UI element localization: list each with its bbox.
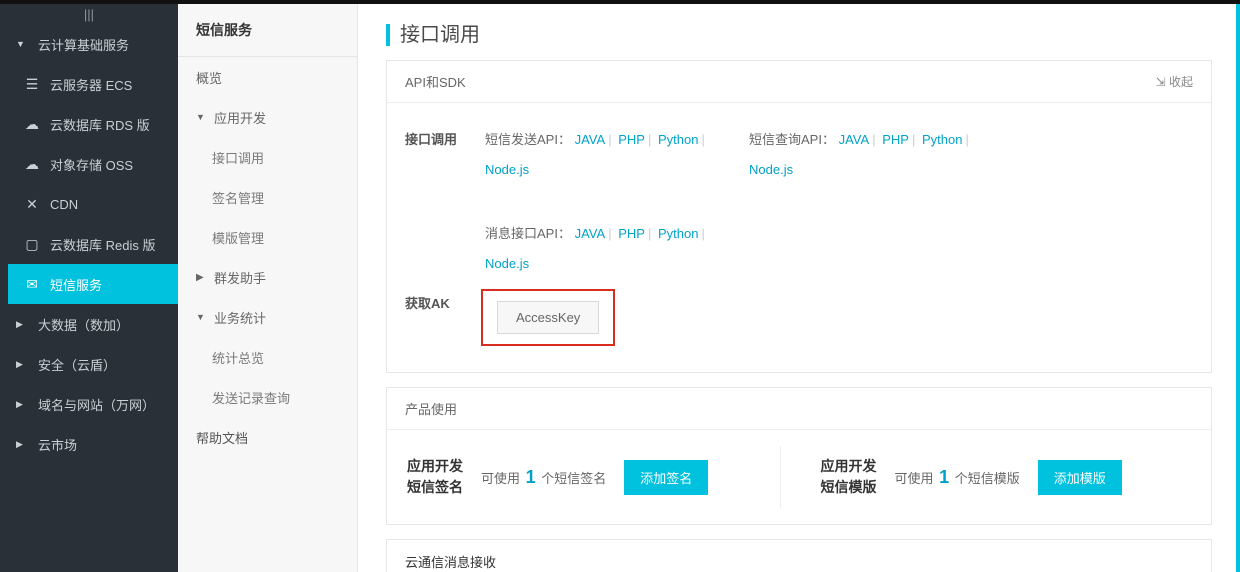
nav2-item-overview[interactable]: 概览 [178,57,357,97]
secondary-sidebar-title: 短信服务 [178,4,357,57]
nav2-label: 群发助手 [214,268,266,287]
api-link-php[interactable]: PHP [618,132,645,147]
nav2-label: 模版管理 [212,228,264,247]
usage-signature-title: 应用开发短信签名 [407,456,463,498]
nav1-group-security[interactable]: 安全（云盾） [0,344,178,384]
nav2-label: 统计总览 [212,348,264,367]
nav1-group-domain[interactable]: 域名与网站（万网） [0,384,178,424]
nav1-label: 对象存储 OSS [50,155,133,174]
chevron-down-icon [16,39,30,49]
primary-sidebar: ||| 云计算基础服务 ☰ 云服务器 ECS ☁ 云数据库 RDS 版 ☁ 对象… [0,4,178,572]
app-shell: ||| 云计算基础服务 ☰ 云服务器 ECS ☁ 云数据库 RDS 版 ☁ 对象… [0,4,1240,572]
sidebar-collapse-toggle[interactable]: ||| [0,4,178,24]
nav2-label: 应用开发 [214,108,266,127]
card-heading: 云通信消息接收 [405,555,496,570]
cloud-icon: ☁ [24,156,40,173]
usage-template-count: 可使用 1 个短信模版 [895,467,1020,488]
api-sdk-card: API和SDK ⇲ 收起 接口调用 短信发送API： JAVA| PHP| Py… [386,60,1212,373]
add-template-button[interactable]: 添加模版 [1038,460,1122,495]
nav1-label: 大数据（数加） [38,315,129,334]
chevron-down-icon [196,112,208,123]
nav1-label: 云数据库 RDS 版 [50,115,150,134]
nav2-item-help[interactable]: 帮助文档 [178,417,357,457]
api-group-message: 消息接口API： JAVA| PHP| Python| Node.js [485,219,715,279]
usage-template-cell: 应用开发短信模版 可使用 1 个短信模版 添加模版 [780,446,1194,508]
nav2-item-stats[interactable]: 业务统计 [178,297,357,337]
api-link-python[interactable]: Python [658,226,698,241]
nav2-item-stats-overview[interactable]: 统计总览 [178,337,357,377]
api-link-python[interactable]: Python [922,132,962,147]
api-link-python[interactable]: Python [658,132,698,147]
nav1-item-ecs[interactable]: ☰ 云服务器 ECS [8,64,178,104]
sms-icon: ✉ [24,276,40,293]
nav1-label: CDN [50,197,78,212]
chevron-right-icon [16,399,30,410]
api-link-java[interactable]: JAVA [839,132,870,147]
api-group-query: 短信查询API： JAVA| PHP| Python| Node.js [749,125,979,185]
chevron-right-icon [16,359,30,370]
message-receive-card: 云通信消息接收 [386,539,1212,572]
chevron-right-icon [16,439,30,450]
nav1-group-bigdata[interactable]: 大数据（数加） [0,304,178,344]
nav2-label: 业务统计 [214,308,266,327]
nav1-item-cdn[interactable]: ✕ CDN [8,184,178,224]
ak-row-label: 获取AK [405,289,485,312]
nav1-label: 域名与网站（万网） [38,395,155,414]
accesskey-button[interactable]: AccessKey [497,301,599,334]
page-title: 接口调用 [386,24,1212,46]
nav2-item-signature[interactable]: 签名管理 [178,177,357,217]
nav1-label: 云服务器 ECS [50,75,132,94]
nav2-item-template[interactable]: 模版管理 [178,217,357,257]
api-group-send: 短信发送API： JAVA| PHP| Python| Node.js [485,125,715,185]
nav2-label: 概览 [196,68,222,87]
nav2-label: 帮助文档 [196,428,248,447]
nav2-item-api-call[interactable]: 接口调用 [178,137,357,177]
nav2-item-send-log[interactable]: 发送记录查询 [178,377,357,417]
redis-icon: ▢ [24,236,40,253]
nav1-item-sms[interactable]: ✉ 短信服务 [8,264,178,304]
accesskey-highlight: AccessKey [481,289,615,346]
nav1-item-redis[interactable]: ▢ 云数据库 Redis 版 [8,224,178,264]
scrollbar-edge[interactable] [1236,4,1240,572]
usage-signature-count: 可使用 1 个短信签名 [481,467,606,488]
nav1-label: 云市场 [38,435,77,454]
collapse-icon: ||| [84,7,94,22]
nav1-label: 云数据库 Redis 版 [50,235,155,254]
api-link-java[interactable]: JAVA [575,226,606,241]
card-heading: 产品使用 [405,399,457,418]
nav2-label: 接口调用 [212,148,264,167]
nav1-item-rds[interactable]: ☁ 云数据库 RDS 版 [8,104,178,144]
main-content: 接口调用 API和SDK ⇲ 收起 接口调用 短信发送API： JAVA| PH… [358,4,1240,572]
nav1-label: 短信服务 [50,275,102,294]
nav2-item-appdev[interactable]: 应用开发 [178,97,357,137]
api-link-nodejs[interactable]: Node.js [485,162,529,177]
nav1-group-market[interactable]: 云市场 [0,424,178,464]
add-signature-button[interactable]: 添加签名 [624,460,708,495]
nav1-group-cloud-base[interactable]: 云计算基础服务 [0,24,178,64]
database-icon: ☁ [24,116,40,133]
api-link-java[interactable]: JAVA [575,132,606,147]
server-icon: ☰ [24,76,40,93]
chevron-right-icon: ▶ [196,272,208,283]
product-usage-card: 产品使用 应用开发短信签名 可使用 1 个短信签名 添加签名 [386,387,1212,525]
nav1-label: 云计算基础服务 [38,35,129,54]
nav2-item-batch[interactable]: ▶ 群发助手 [178,257,357,297]
usage-signature-cell: 应用开发短信签名 可使用 1 个短信签名 添加签名 [405,446,780,508]
api-link-php[interactable]: PHP [618,226,645,241]
nav1-label: 安全（云盾） [38,355,116,374]
cdn-icon: ✕ [24,196,40,213]
nav2-label: 签名管理 [212,188,264,207]
chevron-down-icon [196,312,208,323]
nav2-label: 发送记录查询 [212,388,290,407]
api-link-php[interactable]: PHP [882,132,909,147]
api-link-nodejs[interactable]: Node.js [749,162,793,177]
usage-template-title: 应用开发短信模版 [821,456,877,498]
secondary-sidebar: 短信服务 概览 应用开发 接口调用 签名管理 模版管理 ▶ 群发助手 业务统计 统… [178,4,358,572]
chevron-right-icon [16,319,30,330]
api-call-row-label: 接口调用 [405,125,485,148]
nav1-item-oss[interactable]: ☁ 对象存储 OSS [8,144,178,184]
card-collapse-button[interactable]: ⇲ 收起 [1156,73,1193,90]
api-link-nodejs[interactable]: Node.js [485,256,529,271]
card-heading: API和SDK [405,72,466,91]
